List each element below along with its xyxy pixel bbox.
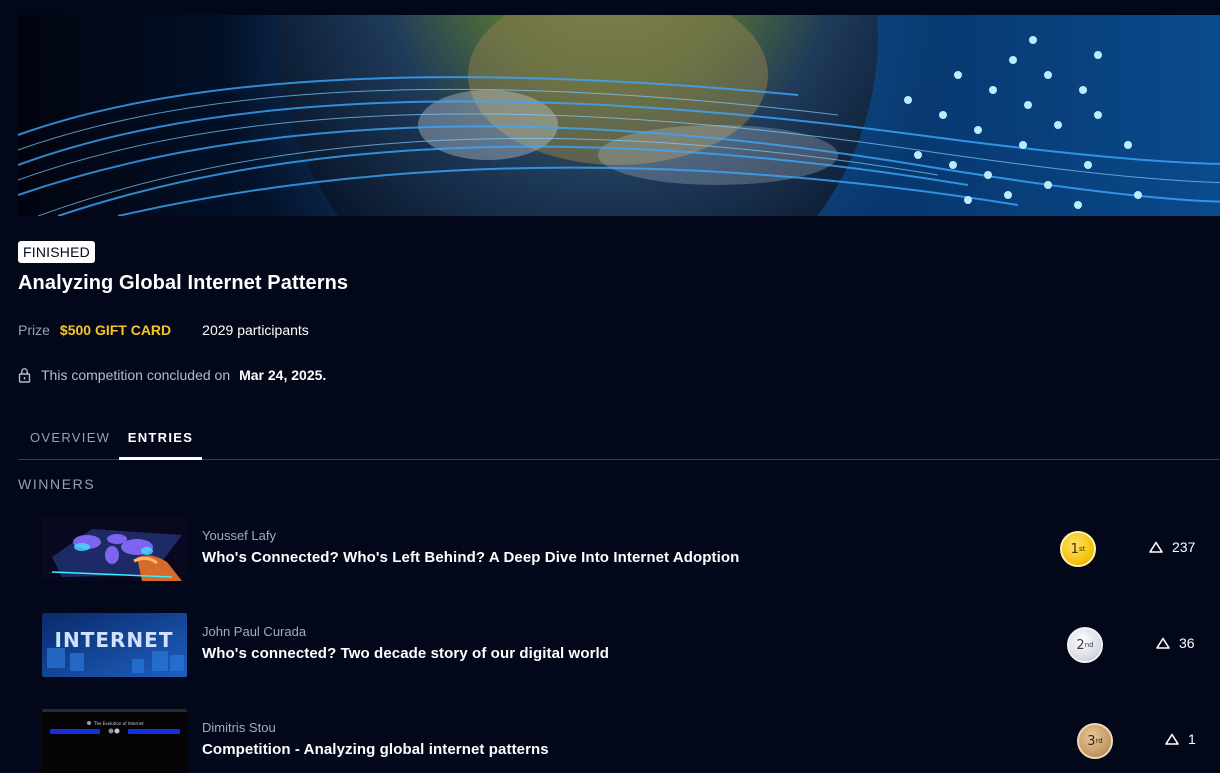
prize-value: $500 GIFT CARD xyxy=(59,322,172,338)
thumbnail-text: INTERNET xyxy=(55,628,174,652)
winner-entry-3[interactable]: The Evolution of Internet Dimitris Stou … xyxy=(42,709,1220,773)
triangle-up-icon xyxy=(1149,541,1163,553)
triangle-up-icon xyxy=(1156,637,1170,649)
concluded-date: Mar 24, 2025. xyxy=(239,367,327,383)
medal-place: 2 xyxy=(1076,637,1085,653)
entry-thumbnail[interactable]: The Evolution of Internet xyxy=(42,709,187,773)
lock-icon xyxy=(18,367,31,383)
entry-title[interactable]: Who's Connected? Who's Left Behind? A De… xyxy=(202,549,739,566)
status-badge: FINISHED xyxy=(18,241,95,263)
winner-entry-2[interactable]: INTERNET John Paul Curada Who's connecte… xyxy=(42,613,1220,677)
prize-label: Prize xyxy=(18,322,50,338)
tab-overview[interactable]: OVERVIEW xyxy=(30,418,110,460)
winner-entry-1[interactable]: Youssef Lafy Who's Connected? Who's Left… xyxy=(42,517,1220,581)
concluded-row: This competition concluded on Mar 24, 20… xyxy=(18,367,326,383)
vote-count: 36 xyxy=(1179,635,1195,651)
entry-thumbnail[interactable]: INTERNET xyxy=(42,613,187,677)
entry-title[interactable]: Who's connected? Two decade story of our… xyxy=(202,645,609,662)
entry-author[interactable]: Youssef Lafy xyxy=(202,528,276,543)
banner-earth-fiber-image xyxy=(18,15,1220,216)
entry-title[interactable]: Competition - Analyzing global internet … xyxy=(202,741,549,758)
winners-section-title: WINNERS xyxy=(18,476,96,492)
upvote-button[interactable]: 237 xyxy=(1149,539,1195,555)
medal-place: 3 xyxy=(1087,733,1096,749)
third-place-medal: 3rd xyxy=(1077,723,1113,759)
second-place-medal: 2nd xyxy=(1067,627,1103,663)
entry-author[interactable]: Dimitris Stou xyxy=(202,720,276,735)
tab-entries[interactable]: ENTRIES xyxy=(119,418,202,460)
entry-author[interactable]: John Paul Curada xyxy=(202,624,306,639)
upvote-button[interactable]: 36 xyxy=(1156,635,1195,651)
tab-bar: OVERVIEW ENTRIES xyxy=(18,418,1220,460)
vote-count: 1 xyxy=(1188,731,1196,747)
triangle-up-icon xyxy=(1165,733,1179,745)
entry-thumbnail[interactable] xyxy=(42,517,187,581)
medal-suffix: nd xyxy=(1084,641,1094,649)
concluded-text: This competition concluded on xyxy=(41,367,231,383)
competition-banner xyxy=(18,15,1220,216)
prize-row: Prize $500 GIFT CARD 2029 participants xyxy=(18,322,309,338)
first-place-medal: 1st xyxy=(1060,531,1096,567)
vote-count: 237 xyxy=(1172,539,1196,555)
participants-count: 2029 participants xyxy=(202,322,309,338)
medal-suffix: rd xyxy=(1095,737,1103,745)
thumbnail-text: The Evolution of Internet xyxy=(93,721,144,726)
page-title: Analyzing Global Internet Patterns xyxy=(18,272,349,294)
medal-suffix: st xyxy=(1078,545,1086,553)
medal-place: 1 xyxy=(1070,541,1079,557)
upvote-button[interactable]: 1 xyxy=(1165,731,1196,747)
